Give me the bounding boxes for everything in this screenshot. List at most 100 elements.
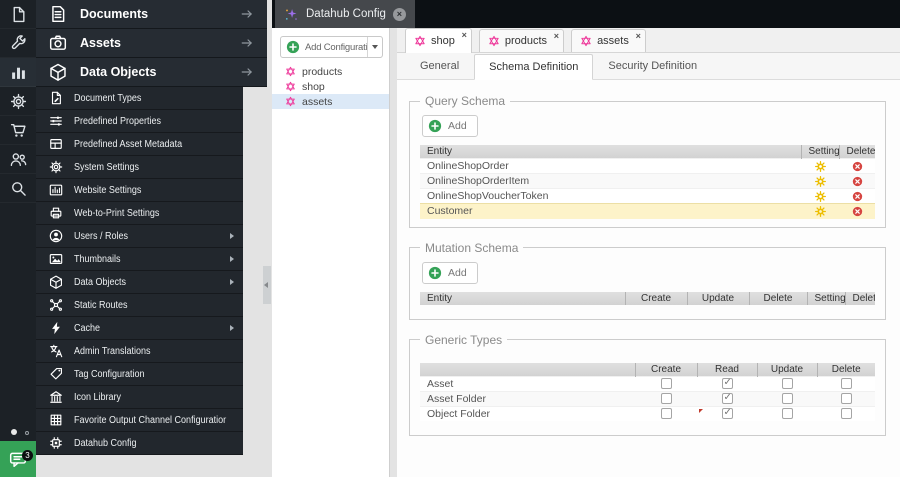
column-header-update[interactable]: Update — [756, 362, 817, 376]
checkbox-update-asset[interactable] — [781, 378, 793, 389]
menu-section-data-objects[interactable]: Data Objects — [36, 58, 267, 87]
settings-icon[interactable] — [814, 175, 826, 187]
delete-icon[interactable] — [852, 191, 863, 202]
sidebar-icon-tools[interactable] — [0, 29, 36, 58]
panel-collapse-handle[interactable] — [263, 266, 271, 304]
mutation-schema-add-button[interactable]: Add — [422, 261, 478, 284]
checkbox-create-asset[interactable] — [660, 378, 672, 389]
menu-item-cache[interactable]: Cache — [36, 317, 243, 340]
column-header-delete[interactable]: Delete — [816, 362, 875, 376]
user-icon — [49, 229, 63, 243]
feedback-chat-button[interactable]: 3 — [0, 441, 36, 477]
menu-item-data-objects[interactable]: Data Objects — [36, 271, 243, 294]
column-header-delete[interactable]: Delete — [844, 291, 875, 305]
table-row[interactable]: OnlineShopVoucherToken — [420, 188, 875, 204]
table-row[interactable]: Customer — [420, 203, 875, 219]
close-icon[interactable]: × — [636, 31, 641, 41]
chevron-right-icon — [230, 325, 234, 331]
column-header-read[interactable]: Read — [696, 362, 757, 376]
checkbox-update-object-folder[interactable] — [781, 408, 793, 420]
column-header-delete[interactable]: Delete — [838, 145, 875, 159]
column-header-settings[interactable]: Settings — [800, 145, 839, 159]
table-row[interactable]: OnlineShopOrderItem — [420, 173, 875, 189]
column-header-entity[interactable]: Entity — [420, 145, 801, 159]
sidebar-icon-file[interactable] — [0, 0, 36, 29]
menu-item-tag-configuration[interactable]: Tag Configuration — [36, 363, 243, 386]
update-cell — [757, 375, 817, 391]
tab-general[interactable]: General — [405, 53, 474, 79]
tab-security-definition[interactable]: Security Definition — [593, 53, 712, 79]
column-header-create[interactable]: Create — [624, 291, 687, 305]
checkbox-delete-object-folder[interactable] — [840, 408, 852, 420]
delete-icon[interactable] — [852, 161, 863, 172]
checkbox-read-asset-folder[interactable] — [721, 392, 733, 404]
tree-item-shop[interactable]: shop — [272, 79, 389, 94]
sidebar-icon-settings[interactable] — [0, 87, 36, 116]
checkbox-read-asset[interactable] — [721, 377, 733, 389]
column-header-update[interactable]: Update — [686, 291, 749, 305]
doc-tab-shop[interactable]: shop × — [405, 28, 472, 53]
checkbox-delete-asset[interactable] — [840, 378, 852, 389]
arrow-right-icon — [239, 65, 255, 79]
menu-item-system-settings[interactable]: System Settings — [36, 156, 243, 179]
tree-item-assets[interactable]: assets — [272, 94, 389, 109]
menu-item-favorite-output-channel-configurations[interactable]: Favorite Output Channel Configurations — [36, 409, 243, 432]
add-configuration-dropdown[interactable] — [367, 37, 382, 57]
sidebar-icon-search[interactable] — [0, 174, 36, 203]
table-row[interactable]: Object Folder — [420, 405, 875, 421]
close-icon[interactable]: × — [392, 7, 406, 21]
menu-section-documents[interactable]: Documents — [36, 0, 267, 29]
checkbox-delete-asset-folder[interactable] — [840, 393, 852, 404]
printer-icon — [49, 206, 63, 220]
column-header-delete[interactable]: Delete — [748, 291, 807, 305]
checkbox-create-object-folder[interactable] — [660, 408, 672, 420]
update-cell — [757, 390, 817, 406]
menu-item-website-settings[interactable]: Website Settings — [36, 179, 243, 202]
menu-item-users-roles[interactable]: Users / Roles — [36, 225, 243, 248]
settings-icon[interactable] — [814, 160, 826, 172]
top-tab-bar: Datahub Config × — [272, 0, 900, 28]
table-row[interactable]: OnlineShopOrder — [420, 158, 875, 174]
doc-tab-products[interactable]: products × — [478, 29, 565, 52]
delete-icon[interactable] — [852, 206, 863, 217]
close-icon[interactable]: × — [554, 31, 559, 41]
checkbox-update-asset-folder[interactable] — [781, 393, 793, 404]
plus-icon — [428, 119, 442, 133]
tab-schema-definition[interactable]: Schema Definition — [474, 54, 594, 80]
sidebar-icon-users[interactable] — [0, 145, 36, 174]
add-configuration-button[interactable]: Add Configuration — [280, 36, 383, 58]
menu-item-document-types[interactable]: Document Types — [36, 87, 243, 110]
column-header-entity[interactable]: Entity — [420, 291, 625, 305]
menu-item-predefined-asset-metadata[interactable]: Predefined Asset Metadata — [36, 133, 243, 156]
menu-item-datahub-config[interactable]: Datahub Config — [36, 432, 243, 455]
checkbox-read-object-folder[interactable] — [721, 407, 733, 420]
close-icon[interactable]: × — [462, 30, 467, 40]
menu-item-icon-library[interactable]: Icon Library — [36, 386, 243, 409]
menu-item-static-routes[interactable]: Static Routes — [36, 294, 243, 317]
delete-icon[interactable] — [852, 176, 863, 187]
mutation-schema-fieldset: Mutation Schema Add Entity Create Update De… — [409, 240, 886, 320]
menu-item-admin-translations[interactable]: Admin Translations — [36, 340, 243, 363]
settings-icon[interactable] — [814, 205, 826, 217]
sidebar-icon-reports[interactable] — [0, 58, 36, 87]
column-header-blank[interactable] — [420, 362, 635, 376]
sidebar-icon-ecommerce[interactable] — [0, 116, 36, 145]
query-schema-add-button[interactable]: Add — [422, 115, 478, 137]
table-row[interactable]: Asset Folder — [420, 390, 875, 406]
tree-item-products[interactable]: products — [272, 64, 389, 79]
column-header-create[interactable]: Create — [634, 362, 697, 376]
checkbox-create-asset-folder[interactable] — [660, 393, 672, 404]
menu-item-predefined-properties[interactable]: Predefined Properties — [36, 110, 243, 133]
sub-tab-label: General — [420, 60, 460, 72]
menu-item-label: Static Routes — [74, 299, 128, 311]
tab-datahub-config[interactable]: Datahub Config × — [275, 0, 415, 28]
settings-icon[interactable] — [814, 190, 826, 202]
table-row[interactable]: Asset — [420, 375, 875, 391]
menu-section-assets[interactable]: Assets — [36, 29, 267, 58]
doc-tab-assets[interactable]: assets × — [571, 29, 646, 52]
menu-item-web-to-print-settings[interactable]: Web-to-Print Settings — [36, 202, 243, 225]
column-header-settings[interactable]: Settings — [806, 291, 845, 305]
menu-item-thumbnails[interactable]: Thumbnails — [36, 248, 243, 271]
menu-section-label: Data Objects — [80, 65, 157, 79]
cart-icon — [10, 122, 27, 139]
